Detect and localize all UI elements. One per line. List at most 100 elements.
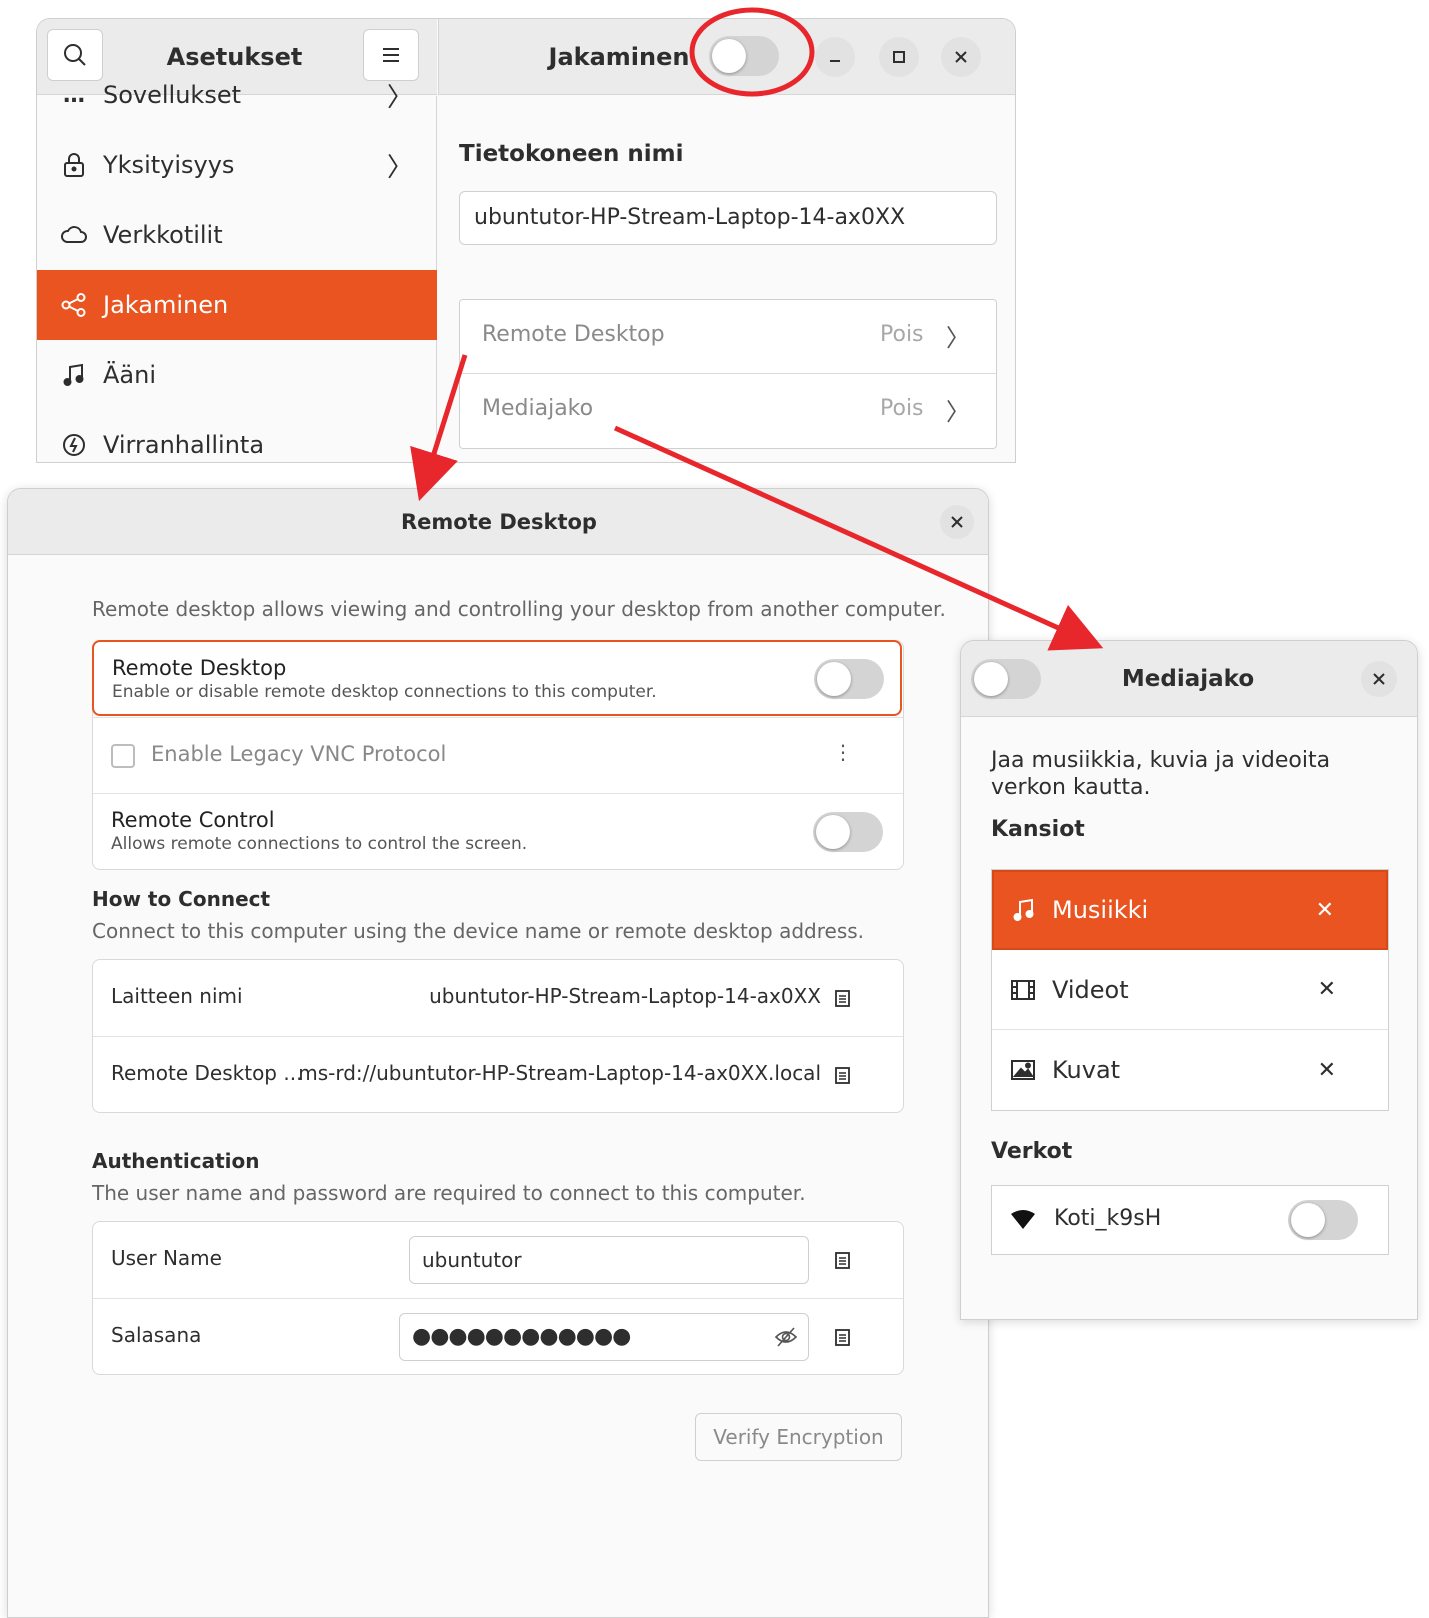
username-field[interactable]: ubuntutor bbox=[409, 1236, 809, 1284]
network-name: Koti_k9sH bbox=[1054, 1206, 1162, 1231]
media-sharing-toggle[interactable] bbox=[971, 659, 1041, 699]
more-options-icon[interactable]: ⋮ bbox=[833, 740, 853, 764]
remote-desktop-toggle-row: Remote Desktop Enable or disable remote … bbox=[92, 640, 902, 716]
folder-label: Videot bbox=[1052, 975, 1129, 1004]
sidebar: … Sovellukset 〉 Yksityisyys 〉 Verkkotili… bbox=[37, 81, 437, 462]
maximize-button[interactable] bbox=[879, 37, 919, 77]
sidebar-item-label: Sovellukset bbox=[103, 81, 242, 109]
copy-icon[interactable] bbox=[834, 1065, 852, 1085]
folder-label: Kuvat bbox=[1052, 1056, 1121, 1084]
sidebar-item-label: Jakaminen bbox=[103, 291, 229, 319]
service-status: Pois bbox=[880, 396, 924, 421]
sidebar-item-verkkotilit[interactable]: Verkkotilit bbox=[37, 200, 437, 270]
service-row-mediajako[interactable]: Mediajako Pois 〉 bbox=[460, 374, 996, 448]
sidebar-item-yksityisyys[interactable]: Yksityisyys 〉 bbox=[37, 130, 437, 200]
connection-card: Laitteen nimi ubuntutor-HP-Stream-Laptop… bbox=[92, 959, 904, 1113]
close-icon bbox=[1373, 673, 1385, 685]
media-description: Jaa musiikkia, kuvia ja videoita verkon … bbox=[991, 748, 1331, 800]
close-button[interactable] bbox=[941, 37, 981, 77]
service-row-remote-desktop[interactable]: Remote Desktop Pois 〉 bbox=[460, 300, 996, 374]
media-sharing-dialog: Mediajako Jaa musiikkia, kuvia ja videoi… bbox=[960, 640, 1418, 1320]
legacy-vnc-row: Enable Legacy VNC Protocol ⋮ bbox=[93, 717, 903, 793]
close-button[interactable] bbox=[940, 505, 974, 539]
remote-control-toggle[interactable] bbox=[813, 812, 883, 852]
chevron-right-icon: 〉 bbox=[946, 324, 970, 352]
sharing-master-toggle[interactable] bbox=[709, 36, 779, 76]
copy-icon[interactable] bbox=[834, 988, 852, 1008]
copy-icon[interactable] bbox=[834, 1250, 852, 1270]
toggle-knob bbox=[712, 39, 746, 73]
image-icon bbox=[1010, 1059, 1036, 1081]
sidebar-item-label: Virranhallinta bbox=[103, 431, 265, 459]
cloud-icon bbox=[59, 225, 89, 245]
remove-icon[interactable]: ✕ bbox=[1318, 1058, 1336, 1083]
maximize-icon bbox=[893, 51, 905, 63]
panel-title: Jakaminen bbox=[548, 43, 690, 71]
toggle-knob bbox=[1291, 1203, 1325, 1237]
sidebar-item-label: Yksityisyys bbox=[103, 151, 235, 179]
device-name-row: Laitteen nimi ubuntutor-HP-Stream-Laptop… bbox=[93, 960, 903, 1036]
folder-row-videot[interactable]: Videot ✕ bbox=[992, 950, 1388, 1030]
sidebar-item-sovellukset[interactable]: … Sovellukset 〉 bbox=[37, 60, 437, 130]
sidebar-item-aani[interactable]: Ääni bbox=[37, 340, 437, 410]
folders-list: Musiikki ✕ Videot ✕ Kuvat ✕ bbox=[991, 869, 1389, 1111]
intro-text: Remote desktop allows viewing and contro… bbox=[92, 597, 946, 621]
service-label: Mediajako bbox=[482, 396, 594, 421]
folder-row-musiikki[interactable]: Musiikki ✕ bbox=[992, 870, 1388, 950]
how-to-connect-heading: How to Connect bbox=[92, 887, 271, 911]
network-toggle[interactable] bbox=[1288, 1200, 1358, 1240]
rc-title: Remote Control bbox=[111, 808, 275, 832]
remove-icon[interactable]: ✕ bbox=[1316, 898, 1334, 923]
address-label: Remote Desktop ... bbox=[111, 1061, 303, 1085]
minimize-button[interactable] bbox=[815, 37, 855, 77]
legacy-vnc-label: Enable Legacy VNC Protocol bbox=[151, 742, 447, 766]
rd-toggle-title: Remote Desktop bbox=[112, 656, 287, 680]
close-icon bbox=[951, 516, 963, 528]
folder-row-kuvat[interactable]: Kuvat ✕ bbox=[992, 1030, 1388, 1110]
password-field[interactable]: ●●●●●●●●●●●● bbox=[399, 1313, 809, 1361]
verify-encryption-label: Verify Encryption bbox=[713, 1425, 884, 1449]
share-icon bbox=[59, 293, 89, 317]
service-status: Pois bbox=[880, 322, 924, 347]
remote-control-row: Remote Control Allows remote connections… bbox=[93, 793, 903, 869]
computer-name-value: ubuntutor-HP-Stream-Laptop-14-ax0XX bbox=[474, 205, 906, 230]
minimize-icon bbox=[830, 60, 840, 62]
username-row: User Name ubuntutor bbox=[93, 1222, 903, 1298]
chevron-right-icon: 〉 bbox=[946, 398, 970, 426]
chevron-right-icon: 〉 bbox=[386, 152, 413, 183]
legacy-vnc-checkbox[interactable] bbox=[111, 744, 135, 768]
computer-name-field[interactable]: ubuntutor-HP-Stream-Laptop-14-ax0XX bbox=[459, 191, 997, 245]
password-value: ●●●●●●●●●●●● bbox=[412, 1324, 631, 1349]
settings-window: Asetukset Jakaminen … Sovellukset 〉 Yksi… bbox=[36, 18, 1016, 463]
close-button[interactable] bbox=[1361, 661, 1397, 697]
eye-hidden-icon[interactable] bbox=[774, 1326, 798, 1348]
dialog-headerbar: Remote Desktop bbox=[8, 489, 988, 555]
remove-icon[interactable]: ✕ bbox=[1318, 977, 1336, 1002]
toggle-knob bbox=[816, 815, 850, 849]
sidebar-item-jakaminen[interactable]: Jakaminen bbox=[37, 270, 437, 340]
copy-icon[interactable] bbox=[834, 1327, 852, 1347]
address-value: ms-rd://ubuntutor-HP-Stream-Laptop-14-ax… bbox=[298, 1061, 821, 1085]
authentication-card: User Name ubuntutor Salasana ●●●●●●●●●●●… bbox=[92, 1221, 904, 1375]
dialog-title: Remote Desktop bbox=[401, 510, 597, 534]
music-note-icon bbox=[59, 363, 89, 387]
sidebar-item-virranhallinta[interactable]: Virranhallinta bbox=[37, 410, 437, 462]
toggle-knob bbox=[974, 662, 1008, 696]
device-name-value: ubuntutor-HP-Stream-Laptop-14-ax0XX bbox=[429, 984, 821, 1008]
remote-desktop-dialog: Remote Desktop Remote desktop allows vie… bbox=[7, 488, 989, 1618]
computer-name-heading: Tietokoneen nimi bbox=[459, 141, 684, 167]
dialog-title: Mediajako bbox=[1121, 666, 1255, 692]
chevron-right-icon: 〉 bbox=[386, 82, 413, 113]
services-list: Remote Desktop Pois 〉 Mediajako Pois 〉 bbox=[459, 299, 997, 449]
verify-encryption-button[interactable]: Verify Encryption bbox=[695, 1413, 902, 1461]
authentication-subtitle: The user name and password are required … bbox=[92, 1181, 806, 1205]
networks-heading: Verkot bbox=[991, 1139, 1073, 1164]
username-label: User Name bbox=[111, 1246, 222, 1270]
apps-icon: … bbox=[63, 82, 85, 108]
remote-desktop-toggle[interactable] bbox=[814, 659, 884, 699]
music-note-icon bbox=[1012, 898, 1036, 922]
toggle-knob bbox=[817, 662, 851, 696]
sidebar-item-label: Verkkotilit bbox=[103, 221, 223, 249]
rc-subtitle: Allows remote connections to control the… bbox=[111, 834, 528, 854]
close-icon bbox=[955, 51, 967, 63]
